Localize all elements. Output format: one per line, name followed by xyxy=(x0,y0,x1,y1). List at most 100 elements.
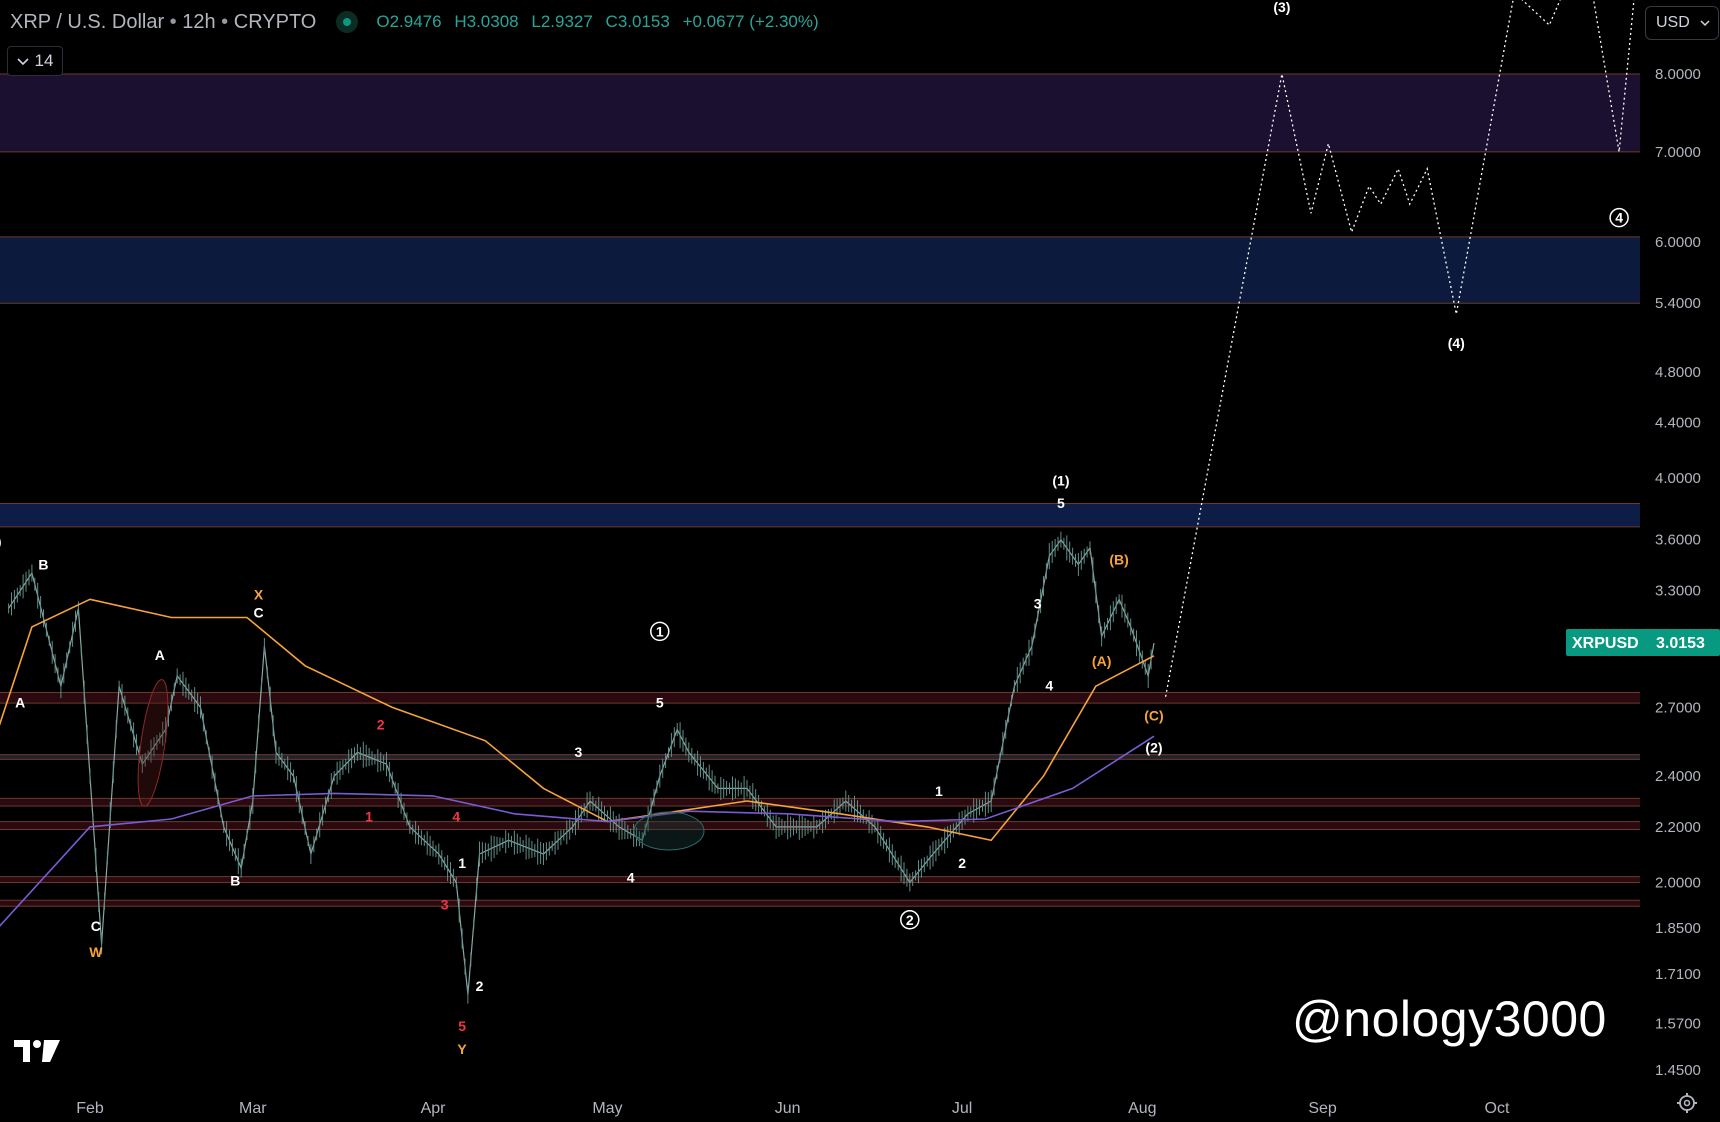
wave-label: 1 xyxy=(458,855,466,871)
time-tick-label: Apr xyxy=(421,1100,447,1117)
wave-label: B xyxy=(38,557,48,573)
ohlc-values: O2.9476 H3.0308 L2.9327 C3.0153 +0.0677 … xyxy=(376,12,826,32)
price-bars xyxy=(8,531,1155,1004)
zone-5 xyxy=(0,798,1640,807)
price-tick-label: 1.5700 xyxy=(1655,1016,1701,1033)
wave-label: (3) xyxy=(1273,0,1290,15)
last-price-label: XRPUSD 3.0153 xyxy=(1566,629,1720,656)
wave-label: (1) xyxy=(1052,473,1069,489)
wave-label: 3 xyxy=(1034,595,1042,611)
wave-label: 2 xyxy=(906,912,914,928)
last-price-value: 3.0153 xyxy=(1656,635,1705,652)
zone-4 xyxy=(0,754,1640,760)
symbol-name[interactable]: XRP / U.S. Dollar xyxy=(10,11,164,34)
price-tick-label: 2.4000 xyxy=(1655,768,1701,785)
wave-label: W xyxy=(89,944,103,960)
time-tick-label: Sep xyxy=(1308,1100,1337,1117)
price-tick-label: 3.3000 xyxy=(1655,582,1701,599)
wave-label: B xyxy=(230,872,240,888)
close-value: C3.0153 xyxy=(605,12,670,31)
wave-label: 2 xyxy=(377,716,385,732)
time-tick-label: Mar xyxy=(239,1100,267,1117)
wave-label: 3 xyxy=(441,896,449,912)
wave-label: 4 xyxy=(1615,210,1623,226)
zone-2 xyxy=(0,503,1640,527)
price-tick-label: 2.0000 xyxy=(1655,874,1701,891)
price-tick-label: 1.8500 xyxy=(1655,920,1701,937)
wave-label: 1 xyxy=(935,783,943,799)
price-tick-label: 5.4000 xyxy=(1655,295,1701,312)
wave-label: 2 xyxy=(958,855,966,871)
price-tick-label: 4.8000 xyxy=(1655,364,1701,381)
high-value: H3.0308 xyxy=(454,12,519,31)
last-price-symbol: XRPUSD xyxy=(1572,635,1639,652)
time-tick-label: May xyxy=(592,1100,622,1117)
wave-label: 4 xyxy=(452,809,460,825)
wave-label: 1 xyxy=(365,809,373,825)
low-value: L2.9327 xyxy=(531,12,593,31)
zone-8 xyxy=(0,900,1640,907)
price-tick-label: 1.7100 xyxy=(1655,966,1701,983)
wave-label: 1 xyxy=(656,623,664,639)
price-tick-label: 6.0000 xyxy=(1655,234,1701,251)
zone-7 xyxy=(0,876,1640,883)
price-tick-label: 4.4000 xyxy=(1655,415,1701,432)
time-tick-label: Jun xyxy=(775,1100,801,1117)
currency-label: USD xyxy=(1656,14,1690,31)
wave-label: (C) xyxy=(1144,708,1163,724)
interval-label[interactable]: 12h xyxy=(182,11,215,34)
price-tick-label: 4.0000 xyxy=(1655,470,1701,487)
wave-label: (B) xyxy=(1109,551,1128,567)
author-watermark: @nology3000 xyxy=(1292,991,1607,1047)
price-tick-label: 2.7000 xyxy=(1655,699,1701,716)
wave-label: C xyxy=(254,605,264,621)
price-series xyxy=(8,538,1155,995)
zone-3 xyxy=(0,692,1640,704)
time-tick-label: Oct xyxy=(1485,1100,1510,1117)
indicator-count: 14 xyxy=(34,51,54,70)
zone-0 xyxy=(0,74,1640,152)
time-tick-label: Feb xyxy=(76,1100,104,1117)
price-chart[interactable]: (3)(4)4(1)5(B)3(A)4(C)(2)15341225BAAXCBC… xyxy=(0,0,1720,1122)
wave-label: 4 xyxy=(1045,677,1053,693)
slow-moving-average xyxy=(0,735,1155,927)
wave-label: X xyxy=(254,586,264,602)
price-tick-label: 2.2000 xyxy=(1655,819,1701,836)
price-tick-label: 1.4500 xyxy=(1655,1062,1701,1079)
wave-label: Y xyxy=(457,1041,467,1057)
wave-label: 4 xyxy=(627,869,635,885)
change-value: +0.0677 (+2.30%) xyxy=(682,12,819,31)
wave-label: (A) xyxy=(1092,653,1111,669)
wave-label: 5 xyxy=(458,1018,466,1034)
price-tick-label: 8.0000 xyxy=(1655,66,1701,83)
time-tick-label: Jul xyxy=(952,1100,972,1117)
zone-1 xyxy=(0,236,1640,304)
wave-label: C xyxy=(91,918,101,934)
teal-ellipse xyxy=(633,811,705,851)
wave-label: (4) xyxy=(1448,335,1465,351)
price-tick-label: 3.6000 xyxy=(1655,532,1701,549)
market-status-icon xyxy=(336,11,359,33)
currency-selector[interactable]: USD xyxy=(1645,6,1719,40)
wave-label: 2 xyxy=(476,978,484,994)
time-axis[interactable]: Feb Mar Apr May Jun Jul Aug Sep Oct xyxy=(76,1100,1510,1117)
wave-label: (2) xyxy=(1145,739,1162,755)
wave-label: A xyxy=(155,647,165,663)
tradingview-logo-icon[interactable] xyxy=(14,1038,60,1069)
time-tick-label: Aug xyxy=(1128,1100,1156,1117)
price-axis[interactable]: 8.0000 7.0000 6.0000 5.4000 4.8000 4.4000 4.00… xyxy=(1655,66,1701,1079)
horizontal-zones xyxy=(0,73,1640,907)
price-tick-label: 7.0000 xyxy=(1655,144,1701,161)
indicator-toggle-button[interactable]: 14 xyxy=(7,46,63,76)
wave-label: 5 xyxy=(1057,495,1065,511)
wave-label: A xyxy=(15,694,25,710)
exchange-label: CRYPTO xyxy=(233,10,317,33)
open-value: O2.9476 xyxy=(376,12,442,31)
wave-labels: (3)(4)4(1)5(B)3(A)4(C)(2)15341225BAAXCBC… xyxy=(0,0,1629,1057)
symbol-header: XRP / U.S. Dollar • 12h • CRYPTO O2.9476… xyxy=(10,8,827,36)
wave-label: 3 xyxy=(574,744,582,760)
wave-label: 5 xyxy=(656,694,664,710)
chevron-down-icon xyxy=(1700,14,1710,32)
chevron-down-icon xyxy=(16,51,29,71)
settings-gear-icon[interactable] xyxy=(1676,1092,1698,1119)
